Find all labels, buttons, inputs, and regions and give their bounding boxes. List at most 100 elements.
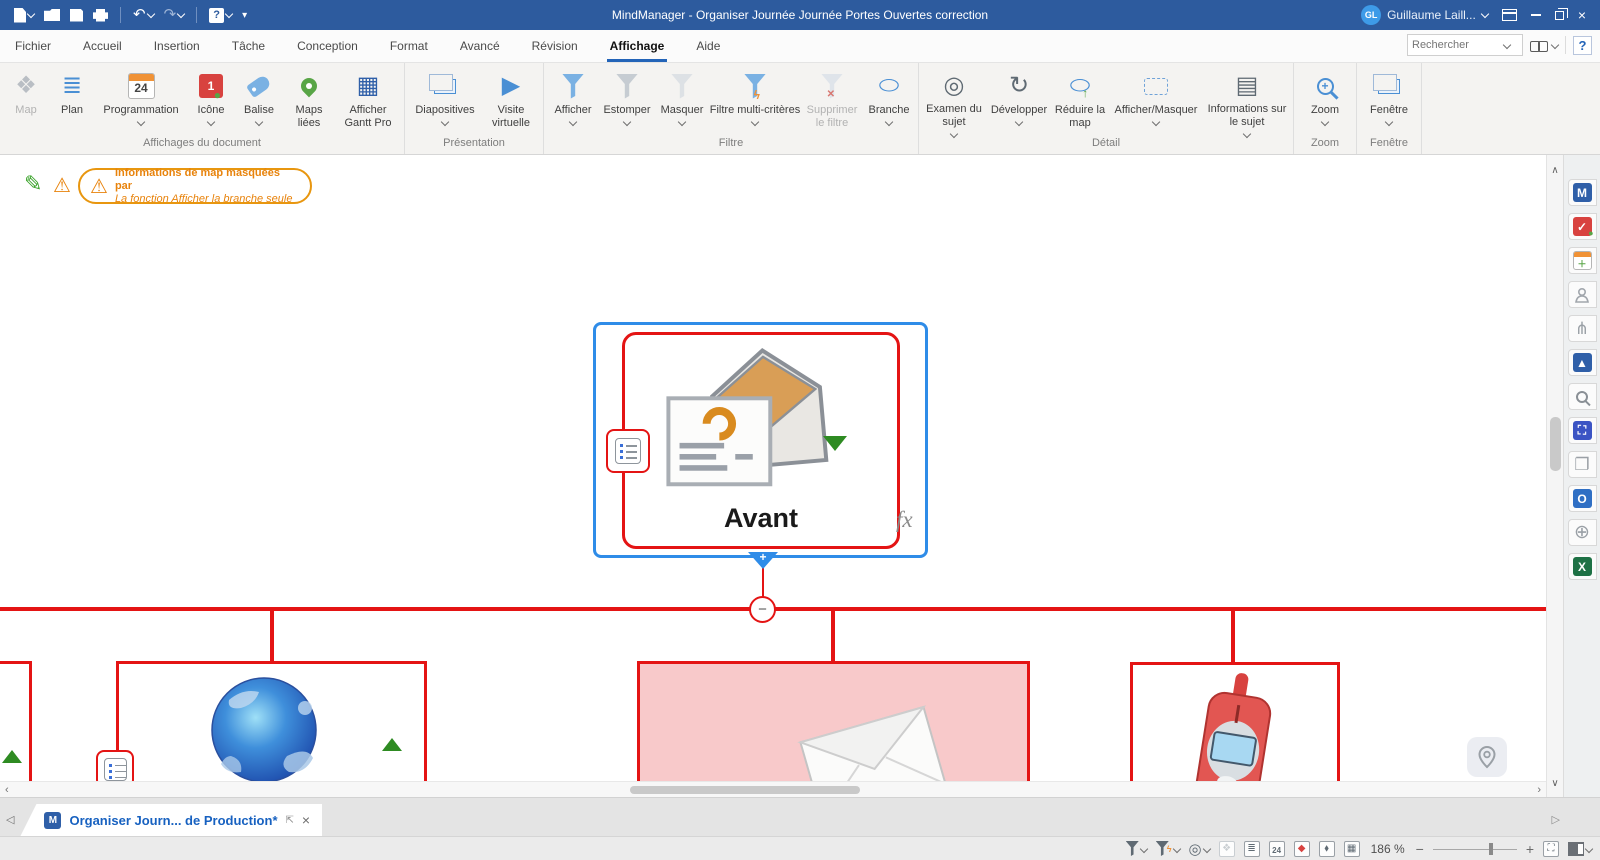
- status-schedule-view-button[interactable]: 24: [1269, 841, 1285, 857]
- icon-view-button[interactable]: 1● Icône: [187, 67, 235, 137]
- tab-format[interactable]: Format: [381, 30, 437, 62]
- tab-tache[interactable]: Tâche: [223, 30, 274, 62]
- horizontal-scrollbar[interactable]: ‹ ›: [0, 781, 1546, 797]
- status-topic-review-button[interactable]: ◎: [1189, 840, 1210, 858]
- multi-criteria-filter-button[interactable]: ϟ Filtre multi-critères: [709, 67, 801, 137]
- outlook-pane-button[interactable]: O: [1568, 485, 1597, 512]
- tab-insertion[interactable]: Insertion: [145, 30, 209, 62]
- redo-button[interactable]: ↷: [164, 8, 185, 22]
- tab-fichier[interactable]: Fichier: [6, 30, 60, 62]
- status-icon-view-button[interactable]: ◆: [1294, 841, 1310, 857]
- tab-accueil[interactable]: Accueil: [74, 30, 131, 62]
- pen-check-icon[interactable]: ✎: [24, 171, 42, 197]
- find-button[interactable]: [1530, 39, 1558, 52]
- undo-button[interactable]: ↶: [133, 8, 154, 22]
- images-pane-button[interactable]: ▲: [1568, 349, 1597, 376]
- zoom-in-button[interactable]: +: [1526, 841, 1534, 857]
- window-button[interactable]: Fenêtre: [1360, 67, 1418, 137]
- snapshot-pane-button[interactable]: ⛶: [1568, 417, 1597, 444]
- gantt-pro-button[interactable]: ▦ Afficher Gantt Pro: [335, 67, 401, 137]
- branch-filter-button[interactable]: ⬭ Branche: [863, 67, 915, 137]
- help-button[interactable]: ?: [209, 8, 232, 23]
- filter-fade-button[interactable]: Estomper: [599, 67, 655, 137]
- search-input[interactable]: [1412, 39, 1504, 51]
- tasks-pane-button[interactable]: ＋: [1568, 247, 1597, 274]
- new-document-button[interactable]: [14, 8, 34, 23]
- tab-revision[interactable]: Révision: [523, 30, 587, 62]
- tab-conception[interactable]: Conception: [288, 30, 367, 62]
- vertical-scrollbar[interactable]: ∧ ∨: [1546, 155, 1563, 797]
- locate-map-button[interactable]: [1467, 737, 1507, 777]
- scroll-right-icon[interactable]: ›: [1532, 784, 1546, 796]
- plan-view-button[interactable]: ≣ Plan: [49, 67, 95, 137]
- virtual-tour-button[interactable]: ▶ Visite virtuelle: [482, 67, 540, 137]
- resources-pane-button[interactable]: [1568, 281, 1597, 308]
- subtopic-mail[interactable]: [637, 661, 1030, 797]
- tab-scroll-left-icon[interactable]: ◁: [0, 813, 20, 836]
- close-tab-icon[interactable]: ×: [302, 812, 310, 828]
- scroll-up-icon[interactable]: ∧: [1547, 165, 1563, 176]
- filter-hide-button[interactable]: Masquer: [655, 67, 709, 137]
- tab-aide[interactable]: Aide: [687, 30, 729, 62]
- filter-show-button[interactable]: Afficher: [547, 67, 599, 137]
- zoom-out-button[interactable]: −: [1416, 841, 1424, 857]
- status-tag-view-button[interactable]: ⬧: [1319, 841, 1335, 857]
- folder-pane-button[interactable]: M: [1568, 179, 1597, 206]
- vertical-scrollbar-thumb[interactable]: [1550, 417, 1561, 471]
- account-menu[interactable]: GL Guillaume Laill...: [1361, 5, 1488, 25]
- search-pane-button[interactable]: [1568, 383, 1597, 410]
- subtopics-indicator-icon[interactable]: [823, 436, 847, 451]
- subtopics-indicator-icon[interactable]: [382, 738, 402, 751]
- zoom-slider-knob[interactable]: [1489, 843, 1493, 855]
- expand-button[interactable]: ↻ Développer: [986, 67, 1052, 137]
- subtopic-left-partial[interactable]: [0, 661, 32, 797]
- scroll-down-icon[interactable]: ∨: [1547, 778, 1563, 789]
- float-window-icon[interactable]: ⇱: [286, 815, 294, 826]
- scroll-left-icon[interactable]: ‹: [0, 784, 14, 796]
- status-outline-view-button[interactable]: ≣: [1244, 841, 1260, 857]
- windows-pane-button[interactable]: ❐: [1568, 451, 1597, 478]
- fit-map-button[interactable]: ⛶: [1543, 841, 1559, 857]
- tab-avance[interactable]: Avancé: [451, 30, 509, 62]
- zoom-slider[interactable]: [1433, 842, 1517, 856]
- search-box[interactable]: [1407, 34, 1523, 56]
- status-gantt-button[interactable]: ▦: [1344, 841, 1360, 857]
- map-parts-pane-button[interactable]: ⋔: [1568, 315, 1597, 342]
- collapse-branch-button[interactable]: −: [749, 596, 776, 623]
- excel-pane-button[interactable]: X: [1568, 553, 1597, 580]
- slides-button[interactable]: Diapositives: [408, 67, 482, 137]
- document-tab[interactable]: M Organiser Journ... de Production* ⇱ ×: [20, 804, 322, 836]
- horizontal-scrollbar-thumb[interactable]: [630, 786, 860, 794]
- panel-toggle-button[interactable]: [1568, 842, 1592, 856]
- restore-button[interactable]: [1555, 11, 1564, 20]
- zoom-button[interactable]: + Zoom: [1297, 67, 1353, 137]
- status-power-filter-button[interactable]: ϟ: [1156, 841, 1180, 856]
- map-canvas[interactable]: ✎ ⚠ ⚠ Informations de map masquées par L…: [0, 155, 1546, 797]
- schedule-view-button[interactable]: 24 Programmation: [95, 67, 187, 137]
- topic-review-button[interactable]: ◎ Examen du sujet: [922, 67, 986, 137]
- show-hide-button[interactable]: Afficher/Masquer: [1108, 67, 1204, 137]
- subtopics-indicator-icon[interactable]: [2, 750, 22, 763]
- subtopic-phone[interactable]: [1130, 662, 1340, 797]
- map-info-hidden-alert[interactable]: ⚠ Informations de map masquées par La fo…: [78, 168, 312, 204]
- markers-pane-button[interactable]: ✓●: [1568, 213, 1597, 240]
- tag-view-button[interactable]: Balise: [235, 67, 283, 137]
- status-filter-button[interactable]: [1126, 841, 1147, 856]
- tab-scroll-right-icon[interactable]: ▷: [1552, 813, 1560, 826]
- add-subtopic-handle[interactable]: +: [748, 552, 778, 569]
- ribbon-help-button[interactable]: ?: [1573, 36, 1592, 55]
- minimize-button[interactable]: [1531, 14, 1541, 16]
- tab-affichage[interactable]: Affichage: [601, 30, 674, 62]
- warning-triangle-icon[interactable]: ⚠: [53, 173, 71, 198]
- topic-notes-icon[interactable]: [606, 429, 650, 473]
- linked-maps-button[interactable]: Maps liées: [283, 67, 335, 137]
- print-button[interactable]: [93, 9, 108, 22]
- save-button[interactable]: [70, 9, 83, 22]
- topic-info-button[interactable]: ▤ Informations sur le sujet: [1204, 67, 1290, 137]
- collapse-map-button[interactable]: ⬭↑ Réduire la map: [1052, 67, 1108, 137]
- ribbon-display-options-button[interactable]: [1502, 9, 1517, 21]
- subtopic-globe[interactable]: [116, 661, 427, 797]
- customize-toolbar-button[interactable]: ▾: [242, 10, 247, 21]
- close-button[interactable]: ×: [1578, 7, 1586, 23]
- open-button[interactable]: [44, 9, 60, 21]
